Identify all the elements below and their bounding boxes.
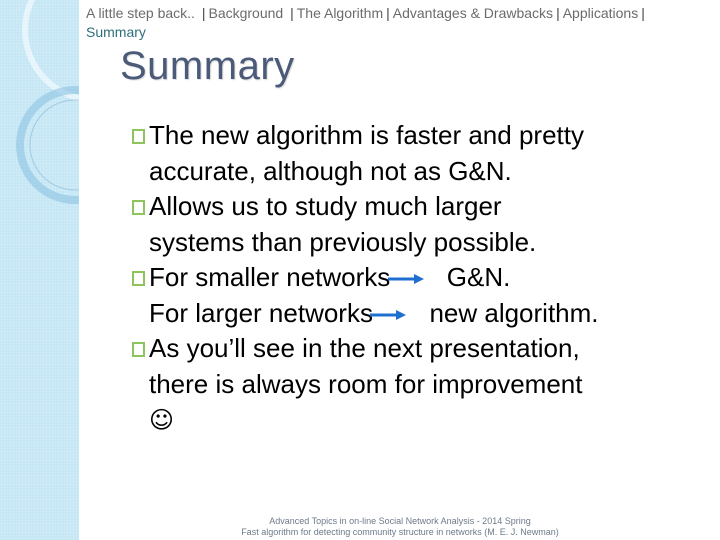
footer-course: Advanced Topics in on-line Social Networ… (269, 516, 531, 526)
decorative-circles (16, 0, 79, 204)
breadcrumb-item[interactable]: The Algorithm (297, 5, 383, 21)
breadcrumb-item[interactable]: A little step back.. (86, 5, 195, 21)
square-bullet-icon (132, 200, 145, 215)
bullet-text: G&N. (446, 262, 511, 292)
breadcrumb-item[interactable]: Advantages & Drawbacks (393, 5, 553, 21)
bullet-continuation: For larger networks new algorithm. (132, 296, 702, 332)
breadcrumb-separator: | (556, 5, 560, 21)
breadcrumb-separator: | (290, 5, 294, 21)
bullet-text: systems than previously possible. (149, 226, 537, 257)
slide-title: Summary (120, 44, 295, 88)
right-arrow-icon (387, 272, 426, 286)
square-bullet-icon (132, 271, 145, 286)
bullet-text: For larger networks (149, 297, 373, 328)
bullet-item: Allows us to study much larger (132, 189, 702, 225)
bullet-continuation: ☺ (132, 402, 702, 439)
breadcrumb-separator: | (641, 5, 645, 21)
breadcrumb: A little step back.. | Background | The Al… (86, 4, 716, 42)
breadcrumb-item[interactable]: Applications (563, 5, 639, 21)
bullet-continuation: systems than previously possible. (132, 225, 702, 261)
breadcrumb-current[interactable]: Summary (86, 24, 146, 40)
footer-paper: Fast algorithm for detecting community s… (241, 527, 559, 537)
slide-content: The new algorithm is faster and pretty a… (132, 118, 702, 439)
square-bullet-icon (132, 129, 145, 144)
bullet-continuation: accurate, although not as G&N. (132, 154, 702, 190)
bullet-item: The new algorithm is faster and pretty (132, 118, 702, 154)
breadcrumb-item[interactable]: Background (208, 5, 283, 21)
decorative-sidebar (0, 0, 79, 540)
square-bullet-icon (132, 342, 145, 357)
bullet-text: For smaller networks (149, 262, 391, 292)
bullet-item: As you’ll see in the next presentation, (132, 331, 702, 367)
bullet-text: new algorithm. (429, 297, 599, 328)
bullet-text: there is always room for improvement (149, 368, 583, 399)
bullet-text: As you’ll see in the next presentation, (149, 333, 580, 363)
bullet-text: accurate, although not as G&N. (149, 155, 512, 186)
breadcrumb-separator: | (386, 5, 390, 21)
bullet-item: For smaller networks G&N. (132, 260, 702, 296)
bullet-text: Allows us to study much larger (149, 191, 502, 221)
bullet-continuation: there is always room for improvement (132, 367, 702, 403)
right-arrow-icon (370, 308, 408, 322)
bullet-text: The new algorithm is faster and pretty (149, 120, 584, 150)
slide-footer: Advanced Topics in on-line Social Networ… (220, 516, 580, 538)
smiley-face-icon: ☺ (149, 406, 175, 434)
